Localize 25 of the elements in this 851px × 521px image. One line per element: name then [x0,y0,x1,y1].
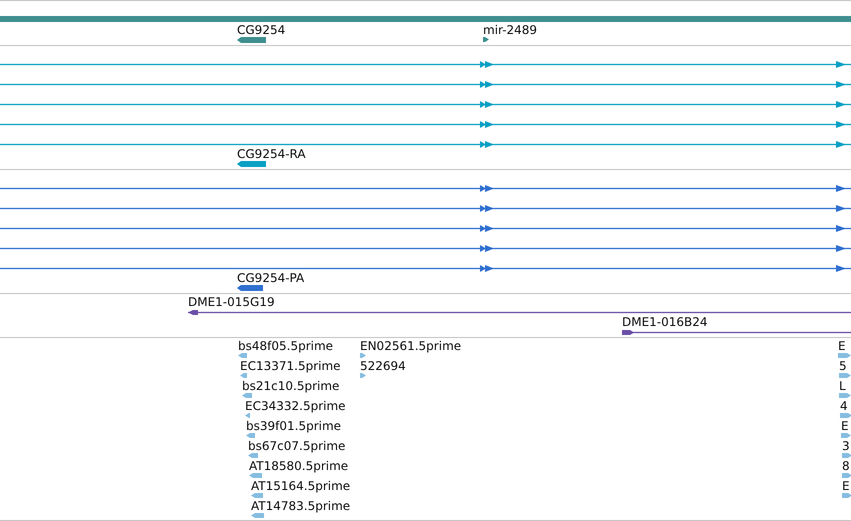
feature-label: EC13371.5prime [240,359,341,373]
feature-label: 8 [842,459,850,473]
feature-label: 3 [842,439,850,453]
feature-label: E [841,419,849,433]
feature-label: EC34332.5prime [245,399,346,413]
feature-label: bs48f05.5prime [238,339,334,353]
feature-label: L [839,379,846,393]
feature-label: 5 [839,359,847,373]
feature-label: AT15164.5prime [251,479,350,493]
feature-label: bs67c07.5prime [248,439,346,453]
feature-label: mir-2489 [483,23,538,37]
feature-label: bs39f01.5prime [246,419,342,433]
feature-label: E [838,339,846,353]
feature-label: E [842,479,850,493]
feature-label: AT14783.5prime [251,499,350,513]
feature-label: CG9254-RA [237,147,306,161]
feature-label: 4 [840,399,848,413]
feature-label: 522694 [360,359,406,373]
feature-label: CG9254-PA [237,271,304,285]
feature-label: AT18580.5prime [249,459,348,473]
feature-label: EN02561.5prime [360,339,462,353]
feature-label: DME1-015G19 [188,295,275,309]
feature-label: CG9254 [237,23,286,37]
feature-label: DME1-016B24 [622,315,708,329]
feature-label: bs21c10.5prime [242,379,340,393]
